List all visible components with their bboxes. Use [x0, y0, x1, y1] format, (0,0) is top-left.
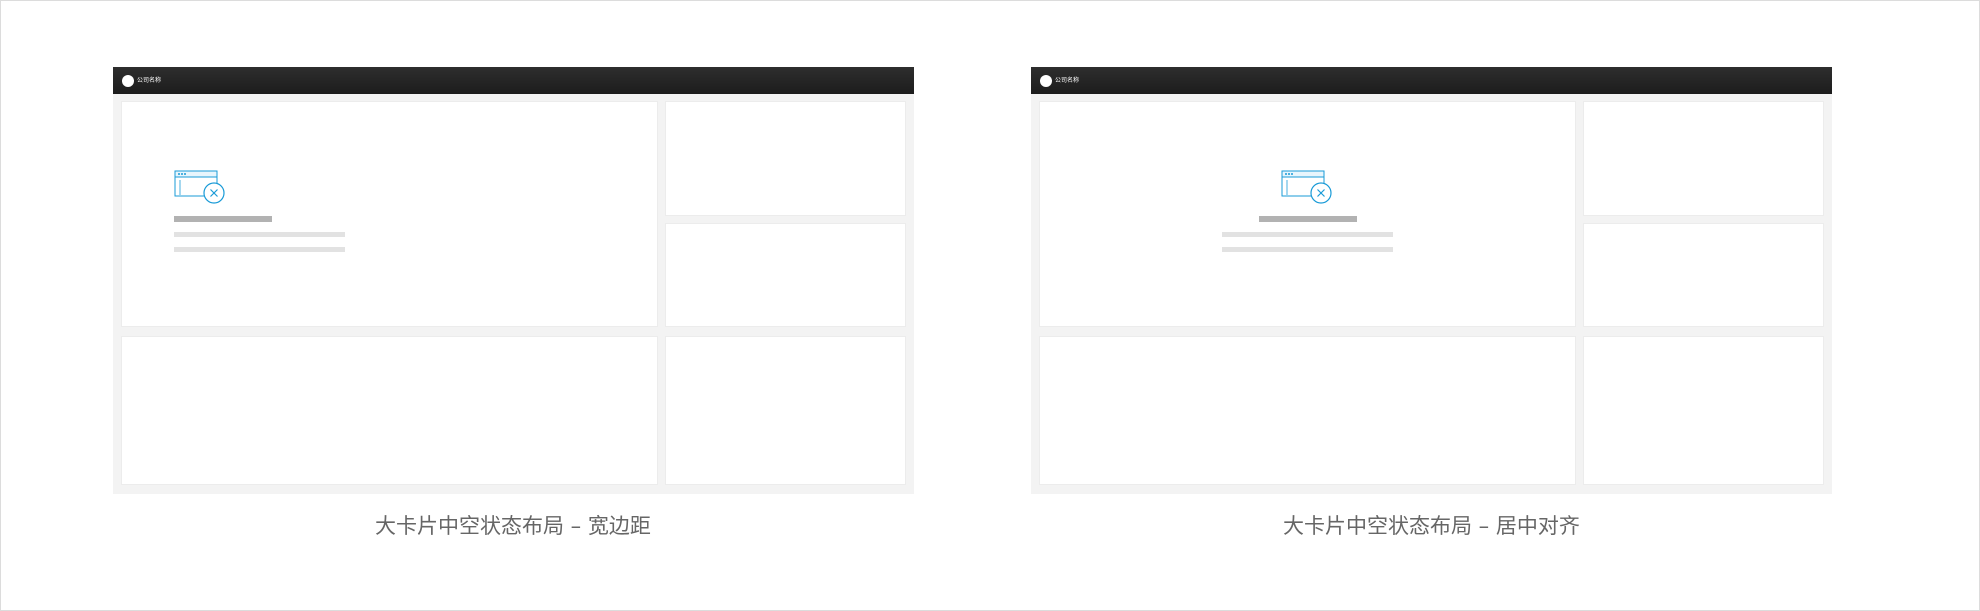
side-card [666, 224, 905, 326]
bottom-side-card [1584, 337, 1823, 484]
large-card [122, 102, 657, 326]
company-name[interactable]: 公司名称 [137, 74, 161, 87]
layout-mockup-centered: 公司名称 [1031, 67, 1832, 494]
side-card [1584, 102, 1823, 215]
caption-centered: 大卡片中空状态布局 – 居中对齐 [1283, 514, 1580, 538]
company-logo-icon[interactable] [1040, 75, 1052, 87]
empty-state-title-placeholder [174, 216, 272, 222]
layout-mockup-wide-margin: 公司名称 [113, 67, 914, 494]
bottom-card [122, 337, 657, 484]
empty-state-text-line [1222, 247, 1393, 252]
side-card [666, 102, 905, 215]
company-logo-icon[interactable] [122, 75, 134, 87]
window-error-icon [174, 170, 225, 204]
empty-state-text-line [174, 232, 345, 237]
window-error-icon [1281, 170, 1332, 204]
top-nav-bar: 公司名称 [1031, 67, 1832, 94]
large-card [1040, 102, 1575, 326]
empty-state-title-placeholder [1259, 216, 1357, 222]
bottom-side-card [666, 337, 905, 484]
side-card [1584, 224, 1823, 326]
company-name[interactable]: 公司名称 [1055, 74, 1079, 87]
empty-state-text-line [1222, 232, 1393, 237]
bottom-card [1040, 337, 1575, 484]
top-nav-bar: 公司名称 [113, 67, 914, 94]
empty-state-text-line [174, 247, 345, 252]
caption-wide-margin: 大卡片中空状态布局 – 宽边距 [375, 514, 651, 538]
